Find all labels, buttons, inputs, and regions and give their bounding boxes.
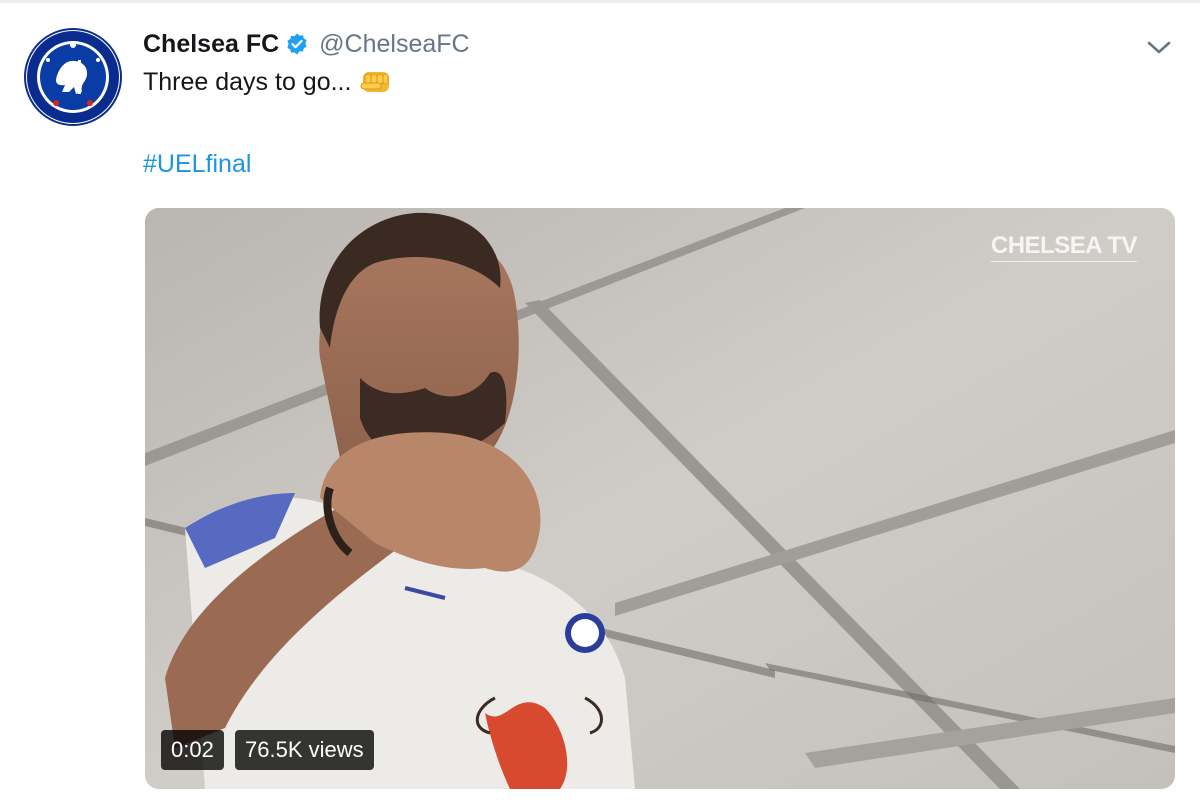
tweet-header: Chelsea FC @ChelseaFC	[143, 26, 470, 62]
video-frame	[145, 208, 1175, 789]
tweet-text-body: Three days to go...	[143, 68, 352, 96]
video-views-badge: 76.5K views	[235, 730, 374, 770]
chelsea-crest-icon	[27, 31, 119, 123]
tweet-text: Three days to go...	[143, 68, 391, 97]
display-name[interactable]: Chelsea FC	[143, 30, 279, 59]
video-player[interactable]: CHELSEA TV 0:02 76.5K views	[145, 208, 1175, 789]
verified-badge-icon	[287, 33, 307, 55]
tweet-card: Chelsea FC @ChelseaFC Three days to go..…	[0, 0, 1200, 807]
oncoming-fist-emoji	[360, 71, 390, 92]
chelsea-tv-watermark: CHELSEA TV	[990, 232, 1138, 262]
video-duration-badge: 0:02	[161, 730, 224, 770]
chevron-down-icon[interactable]	[1144, 34, 1174, 60]
avatar[interactable]	[24, 28, 122, 126]
user-handle[interactable]: @ChelseaFC	[319, 30, 469, 59]
hashtag-link[interactable]: #UELfinal	[143, 150, 251, 179]
